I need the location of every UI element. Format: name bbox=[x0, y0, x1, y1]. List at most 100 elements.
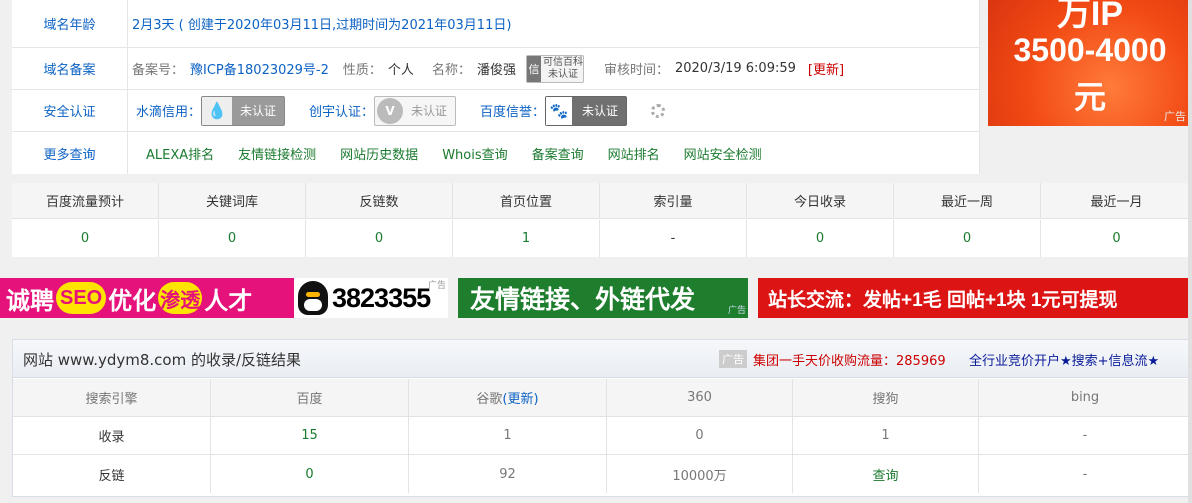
more-query-row: 更多查询 ALEXA排名 友情链接检测 网站历史数据 Whois查询 备案查询 … bbox=[12, 132, 980, 174]
trust-baike-line2: 未认证 bbox=[547, 68, 578, 80]
result-row-label: 反链 bbox=[13, 455, 211, 493]
page: 域名年龄 2月3天 ( 创建于2020年03月11日,过期时间为2021年03月… bbox=[0, 0, 1192, 503]
result-row-label: 收录 bbox=[13, 417, 211, 454]
baidu-credit-label: 百度信誉： bbox=[480, 105, 546, 120]
domain-age-row: 域名年龄 2月3天 ( 创建于2020年03月11日,过期时间为2021年03月… bbox=[12, 0, 980, 48]
stats-header-row: 百度流量预计 关键词库 反链数 首页位置 索引量 今日收录 最近一周 最近一月 bbox=[12, 183, 1192, 219]
banner-friend-link[interactable]: 友情链接、外链代发 广告 bbox=[458, 278, 748, 318]
icp-review-time: 2020/3/19 6:09:59 bbox=[674, 61, 796, 76]
link-site-security[interactable]: 网站安全检测 bbox=[684, 144, 762, 163]
icp-nature-value: 个人 bbox=[387, 63, 414, 78]
link-friend-link-check[interactable]: 友情链接检测 bbox=[238, 144, 316, 163]
chuangyu-badge[interactable]: V 未认证 bbox=[374, 95, 457, 126]
link-whois[interactable]: Whois查询 bbox=[442, 144, 507, 163]
traffic-stats-table: 百度流量预计 关键词库 反链数 首页位置 索引量 今日收录 最近一周 最近一月 … bbox=[12, 183, 1192, 257]
icp-nature-label: 性质： bbox=[342, 63, 382, 78]
banner-shentou-word: 渗透 bbox=[158, 282, 203, 314]
link-site-history[interactable]: 网站历史数据 bbox=[340, 144, 418, 163]
stats-value-row: 0 0 0 1 - 0 0 0 bbox=[12, 220, 1192, 257]
link-icp-query[interactable]: 备案查询 bbox=[532, 144, 584, 163]
domain-info-panel: 域名年龄 2月3天 ( 创建于2020年03月11日,过期时间为2021年03月… bbox=[12, 0, 980, 174]
banner-seo-recruit[interactable]: 诚聘 SEO 优化 渗透 人才 bbox=[0, 278, 294, 318]
banner-qq-tag: 广告 bbox=[427, 280, 446, 290]
more-query-label: 更多查询 bbox=[12, 132, 128, 174]
stats-value-backlinks[interactable]: 0 bbox=[306, 220, 453, 257]
result-header-bing: bing bbox=[1070, 390, 1100, 405]
trust-baike-badge[interactable]: 信 可信百科 未认证 bbox=[525, 54, 584, 83]
result-backlink-google: 92 bbox=[409, 455, 607, 493]
result-engine-header-row: 搜索引擎 百度 谷歌 (更新) 360 搜狗 bing bbox=[13, 379, 1191, 417]
stats-header-today: 今日收录 bbox=[747, 183, 894, 218]
ad-ip-traffic[interactable]: 万IP 3500-4000 元 广告 bbox=[988, 0, 1192, 126]
stats-value-month[interactable]: 0 bbox=[1041, 220, 1192, 257]
banner-seo-text1: 诚聘 bbox=[6, 287, 54, 315]
result-header: 网站 www.ydym8.com 的收录/反链结果 广告 集团一手天价收购流量：… bbox=[13, 340, 1191, 378]
result-backlink-360: 10000万 bbox=[607, 455, 793, 493]
banner-webmaster-exchange[interactable]: 站长交流：发帖+1毛 回帖+1块 1元可提现 bbox=[758, 278, 1192, 318]
shuidi-badge-text: 未认证 bbox=[240, 104, 277, 118]
result-header-baidu: 百度 bbox=[211, 379, 409, 416]
index-backlink-result-panel: 网站 www.ydym8.com 的收录/反链结果 广告 集团一手天价收购流量：… bbox=[12, 339, 1192, 497]
ad-ip-line2: 3500-4000 bbox=[1013, 32, 1167, 68]
result-backlink-bing: - bbox=[1082, 466, 1088, 482]
google-update-link[interactable]: (更新) bbox=[502, 388, 538, 407]
link-site-rank[interactable]: 网站排名 bbox=[608, 144, 660, 163]
shuidi-badge[interactable]: 💧 未认证 bbox=[201, 95, 286, 126]
result-header-sogou: 搜狗 bbox=[793, 379, 979, 416]
stats-header-homepage-pos: 首页位置 bbox=[453, 183, 600, 218]
stats-header-index: 索引量 bbox=[600, 183, 747, 218]
domain-age-value: 2月3天 ( 创建于2020年03月11日,过期时间为2021年03月11日) bbox=[132, 18, 512, 33]
banner-qq-number[interactable]: 3823355 广告 bbox=[294, 278, 448, 318]
scrollbar[interactable] bbox=[1188, 0, 1192, 503]
banner-friend-link-tag: 广告 bbox=[727, 305, 746, 315]
table-row: 反链 0 92 10000万 查询 - bbox=[13, 455, 1191, 493]
result-index-baidu[interactable]: 15 bbox=[211, 417, 409, 454]
stats-value-today[interactable]: 0 bbox=[747, 220, 894, 257]
result-backlink-sogou-query[interactable]: 查询 bbox=[793, 455, 979, 493]
stats-header-month: 最近一月 bbox=[1090, 195, 1143, 210]
result-backlink-baidu[interactable]: 0 bbox=[211, 455, 409, 493]
stats-value-baidu-traffic[interactable]: 0 bbox=[12, 220, 159, 257]
banner-seo-text3: 人才 bbox=[204, 287, 253, 315]
icp-name-label: 名称： bbox=[431, 63, 471, 78]
chuangyu-badge-text: 未认证 bbox=[411, 104, 448, 118]
stats-value-keywords[interactable]: 0 bbox=[159, 220, 306, 257]
stats-value-index: - bbox=[600, 220, 747, 257]
icp-update-link[interactable]: [更新] bbox=[808, 59, 844, 78]
result-header-360: 360 bbox=[607, 379, 793, 416]
table-row: 收录 15 1 0 1 - bbox=[13, 417, 1191, 455]
result-ad-traffic[interactable]: 集团一手天价收购流量：285969 bbox=[753, 350, 946, 369]
stats-header-baidu-traffic: 百度流量预计 bbox=[12, 183, 159, 218]
domain-icp-label: 域名备案 bbox=[12, 48, 128, 89]
result-ad-bidding[interactable]: 全行业竞价开户★搜索+信息流★ bbox=[969, 350, 1159, 369]
domain-age-label: 域名年龄 bbox=[12, 0, 128, 47]
water-drop-icon: 💧 bbox=[202, 96, 233, 125]
shuidi-label: 水滴信用： bbox=[136, 105, 202, 120]
ad-ip-line1: 万IP bbox=[1056, 0, 1124, 33]
banner-webmaster-text: 站长交流：发帖+1毛 回帖+1块 1元可提现 bbox=[768, 289, 1118, 311]
baidu-credit-badge[interactable]: 🐾 未认证 bbox=[545, 95, 628, 126]
result-index-sogou: 1 bbox=[793, 417, 979, 454]
banner-qq-text: 3823355 bbox=[332, 282, 431, 313]
paw-icon: 🐾 bbox=[546, 96, 573, 125]
banner-seo-text2: 优化 bbox=[108, 287, 157, 315]
link-alexa[interactable]: ALEXA排名 bbox=[146, 144, 214, 163]
security-row: 安全认证 水滴信用： 💧 未认证 创宇认证： V 未认证 百度信誉： 🐾 未认证 bbox=[12, 90, 980, 132]
result-index-360: 0 bbox=[607, 417, 793, 454]
trust-baike-icon: 信 bbox=[526, 55, 541, 82]
result-header-google: 谷歌 (更新) bbox=[409, 379, 607, 416]
domain-icp-row: 域名备案 备案号： 豫ICP备18023029号-2 性质： 个人 名称： 潘俊… bbox=[12, 48, 980, 90]
trust-baike-line1: 可信百科 bbox=[542, 56, 583, 68]
result-header-engine: 搜索引擎 bbox=[13, 379, 211, 416]
stats-value-homepage-pos[interactable]: 1 bbox=[453, 220, 600, 257]
stats-header-keywords: 关键词库 bbox=[159, 183, 306, 218]
result-index-bing: - bbox=[1082, 428, 1088, 443]
banner-friend-link-text: 友情链接、外链代发 bbox=[470, 286, 696, 314]
result-header-google-text: 谷歌 bbox=[476, 392, 503, 407]
ad-ip-tag: 广告 bbox=[1164, 110, 1186, 123]
stats-value-week[interactable]: 0 bbox=[894, 220, 1041, 257]
stats-header-week: 最近一周 bbox=[894, 183, 1041, 218]
chuangyu-label: 创宇认证： bbox=[309, 105, 375, 120]
result-ad-tag: 广告 bbox=[719, 350, 747, 368]
icp-number-link[interactable]: 豫ICP备18023029号-2 bbox=[190, 59, 329, 78]
